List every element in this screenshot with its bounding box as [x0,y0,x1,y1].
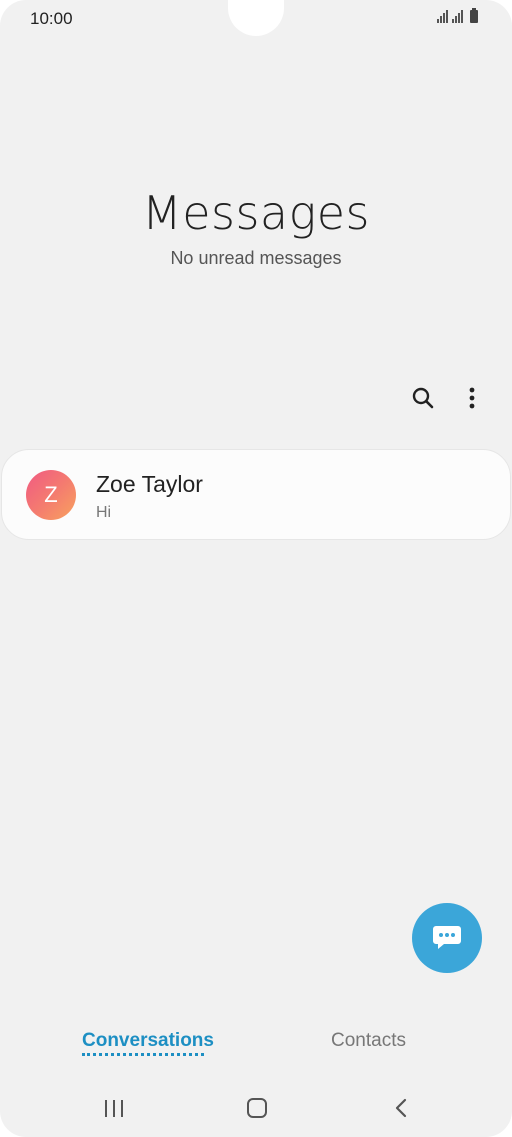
signal-icon [437,9,448,23]
unread-status: No unread messages [170,248,342,268]
status-icons [437,8,478,23]
battery-icon [470,8,478,23]
recents-button[interactable] [97,1093,131,1123]
avatar: Z [26,470,76,520]
active-tab-indicator [82,1053,204,1056]
tab-conversations[interactable]: Conversations [82,1030,214,1052]
message-preview: Hi [96,504,112,521]
compose-button[interactable] [412,903,482,973]
tab-contacts[interactable]: Contacts [331,1030,406,1052]
search-button[interactable] [407,382,439,414]
status-time: 10:00 [30,9,73,28]
page-title: Messages [142,186,370,240]
home-icon [247,1098,267,1118]
back-button[interactable] [384,1093,418,1123]
conversation-item[interactable]: Z Zoe Taylor Hi [1,449,511,540]
contact-name: Zoe Taylor [96,471,203,497]
home-button[interactable] [240,1093,274,1123]
more-vertical-icon [469,387,475,409]
more-options-button[interactable] [456,382,488,414]
search-icon [412,387,434,409]
camera-notch [228,0,284,36]
phone-screen: 10:00 Messages No unread messages Z Zoe … [0,0,512,1137]
back-icon [395,1098,407,1118]
signal-icon [452,9,463,23]
recents-icon [105,1099,123,1117]
compose-message-icon [433,926,461,949]
